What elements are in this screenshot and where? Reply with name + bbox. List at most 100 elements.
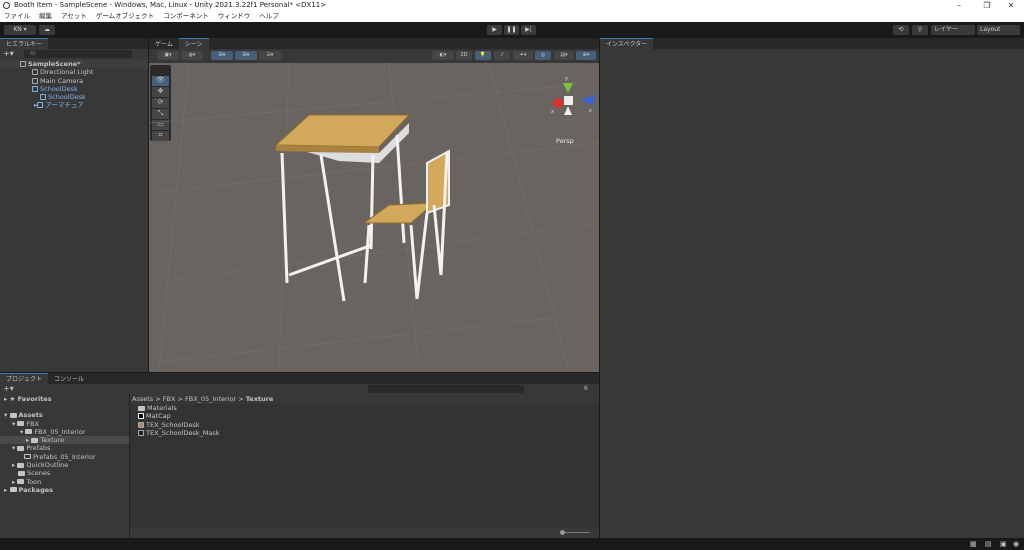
school-desk-model: [274, 114, 450, 302]
hierarchy-item[interactable]: SchoolDesk: [0, 85, 148, 93]
window-title: Booth Item - SampleScene - Windows, Mac,…: [14, 1, 327, 9]
hierarchy-item[interactable]: SchoolDesk: [0, 93, 148, 101]
menu-assets[interactable]: アセット: [61, 12, 87, 20]
tree-item[interactable]: Prefabs_05_Interior: [0, 453, 129, 461]
projection-label[interactable]: Persp: [556, 137, 574, 145]
scene-icon: [20, 61, 26, 67]
add-button[interactable]: +▾: [3, 49, 14, 59]
tab-project[interactable]: プロジェクト: [0, 373, 49, 384]
increment-snap-dropdown[interactable]: ⊟▾: [259, 51, 281, 60]
tree-item[interactable]: ▸ QuickOutline: [0, 461, 129, 469]
inspector-panel: インスペクター: [600, 38, 1024, 538]
menu-bar: ファイル 編集 アセット ゲームオブジェクト コンポーネント ウィンドウ ヘルプ: [0, 11, 1024, 22]
breadcrumb-item[interactable]: Assets: [132, 395, 153, 403]
minimize-button[interactable]: –: [944, 0, 974, 11]
tree-item[interactable]: ▸ Toon: [0, 478, 129, 486]
menu-file[interactable]: ファイル: [4, 12, 30, 20]
title-bar: Booth Item - SampleScene - Windows, Mac,…: [0, 0, 1024, 11]
tree-item[interactable]: Scenes: [0, 469, 129, 477]
prefab-icon: [32, 85, 38, 92]
hierarchy-item[interactable]: Main Camera: [0, 77, 148, 85]
hierarchy-item[interactable]: SampleScene*: [0, 60, 148, 69]
menu-help[interactable]: ヘルプ: [259, 12, 279, 20]
hierarchy-panel: ヒエラルキー +▾ SampleScene* Directional Light…: [0, 38, 148, 372]
tree-item[interactable]: ▸ Packages: [0, 486, 129, 494]
gizmos-dropdown[interactable]: ⊕▾: [576, 51, 596, 60]
slider-handle[interactable]: [560, 530, 565, 535]
gameobject-icon: [37, 102, 44, 109]
settings-icon[interactable]: ◉: [1013, 540, 1019, 548]
hierarchy-item[interactable]: ▸ アーマチュア: [0, 101, 148, 109]
cloud-icon[interactable]: ☁: [39, 25, 55, 35]
tree-item[interactable]: ▾ Prefabs: [0, 444, 129, 452]
hierarchy-item[interactable]: Directional Light: [0, 68, 148, 76]
asset-item[interactable]: MatCap: [130, 412, 599, 420]
breadcrumb-item[interactable]: FBX_05_Interior: [185, 395, 236, 403]
texture-icon: [138, 413, 144, 420]
tab-scene[interactable]: シーン: [178, 38, 209, 49]
search-icon[interactable]: ⚲: [912, 25, 928, 35]
tree-item[interactable]: ▾ Assets: [0, 411, 129, 419]
tab-inspector[interactable]: インスペクター: [600, 38, 654, 49]
menu-gameobject[interactable]: ゲームオブジェクト: [96, 12, 154, 20]
menu-window[interactable]: ウィンドウ: [218, 12, 251, 20]
tab-hierarchy[interactable]: ヒエラルキー: [0, 38, 49, 49]
menu-component[interactable]: コンポーネント: [163, 12, 209, 20]
breadcrumb: Assets > FBX > FBX_05_Interior > Texture: [130, 394, 599, 404]
close-button[interactable]: ✕: [996, 0, 1024, 11]
asset-item[interactable]: TEX_SchoolDesk_Mask: [130, 429, 599, 437]
svg-text:z: z: [589, 108, 592, 114]
breadcrumb-item[interactable]: FBX: [163, 395, 176, 403]
audio-toggle[interactable]: ♪: [494, 51, 510, 60]
hidden-count-badge[interactable]: 6: [584, 384, 588, 394]
gameobject-icon: [40, 94, 46, 101]
orientation-gizmo[interactable]: z x y: [551, 76, 595, 115]
lighting-toggle[interactable]: 💡: [475, 51, 491, 60]
step-button[interactable]: ▶|: [521, 25, 536, 35]
tree-item[interactable]: ▸ Texture: [0, 436, 129, 445]
2d-toggle[interactable]: 2D: [456, 51, 472, 60]
effects-dropdown[interactable]: ✦▾: [513, 51, 533, 60]
scene-viewport[interactable]: z x y Persp: [149, 63, 599, 372]
status-bar: ▦ ▤ ▣ ◉: [0, 538, 1024, 550]
history-icon[interactable]: ⟲: [893, 25, 909, 35]
texture-icon: [138, 429, 144, 436]
layers-dropdown[interactable]: レイヤー: [931, 25, 975, 35]
tree-item[interactable]: ▾ FBX_05_Interior: [0, 428, 129, 436]
project-panel: プロジェクト コンソール +▾ 6 ▸ ★ Favorites ▾ Assets …: [0, 373, 599, 538]
main-toolbar: KN ▾ ☁ ▶ ❚❚ ▶| ⟲ ⚲ レイヤー Layout: [0, 22, 1024, 38]
render-dropdown[interactable]: ◍▾: [181, 51, 203, 60]
debug-icon[interactable]: ▣: [1000, 540, 1007, 548]
svg-text:y: y: [565, 76, 568, 82]
scene-panel: ゲーム シーン ▣▾ ◍▾ ⊞▾ ⊞▾ ⊟▾ ◐▾ 2D 💡 ♪ ✦▾ ◎ ▤▾ …: [149, 38, 599, 372]
hidden-objects-toggle[interactable]: ◎: [535, 51, 551, 60]
shading-dropdown[interactable]: ◐▾: [432, 51, 454, 60]
gameobject-icon: [32, 69, 38, 76]
texture-icon: [138, 421, 144, 428]
folder-icon: [138, 405, 145, 411]
asset-content: Assets > FBX > FBX_05_Interior > Texture…: [130, 394, 599, 538]
hierarchy-search-input[interactable]: [24, 50, 132, 58]
tree-item-favorites[interactable]: ▸ ★ Favorites: [0, 395, 129, 403]
camera-dropdown[interactable]: ▤▾: [554, 51, 574, 60]
cache-icon[interactable]: ▦: [970, 540, 977, 548]
account-button[interactable]: KN ▾: [4, 25, 36, 35]
play-button[interactable]: ▶: [487, 25, 502, 35]
project-search-input[interactable]: [368, 385, 524, 393]
bake-icon[interactable]: ▤: [985, 540, 992, 548]
breadcrumb-item[interactable]: Texture: [246, 395, 274, 403]
draw-mode-dropdown[interactable]: ▣▾: [157, 51, 179, 60]
svg-text:x: x: [551, 109, 554, 115]
add-asset-button[interactable]: +▾: [3, 384, 14, 394]
gameobject-icon: [32, 77, 38, 84]
asset-item[interactable]: Materials: [130, 404, 599, 412]
asset-item[interactable]: TEX_SchoolDesk: [130, 421, 599, 429]
grid-snap-dropdown[interactable]: ⊞▾: [235, 51, 257, 60]
pause-button[interactable]: ❚❚: [504, 25, 519, 35]
tree-item[interactable]: ▾ FBX: [0, 420, 129, 428]
layout-dropdown[interactable]: Layout: [977, 25, 1020, 35]
footer-bar: [130, 527, 599, 538]
unity-logo-icon: [3, 2, 10, 9]
pivot-dropdown[interactable]: ⊞▾: [211, 51, 233, 60]
menu-edit[interactable]: 編集: [39, 12, 52, 20]
